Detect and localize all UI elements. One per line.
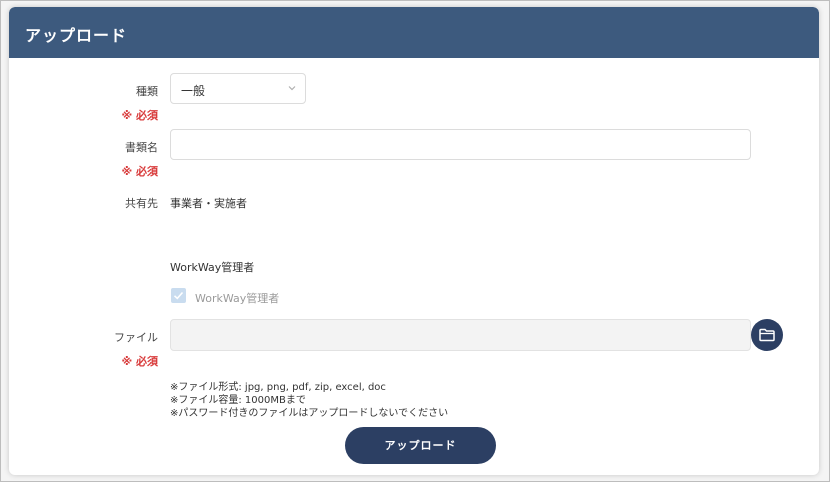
admin-heading: WorkWay管理者: [170, 261, 255, 274]
folder-icon: [759, 328, 775, 342]
browse-file-button[interactable]: [751, 319, 783, 351]
share-target-label: 共有先: [125, 197, 158, 210]
upload-panel: アップロード 種類 ※ 必須 一般 書類名 ※ 必須 共有先 事業者・実施者 W…: [9, 7, 819, 475]
page-title: アップロード: [25, 26, 128, 45]
file-path-field[interactable]: [170, 319, 751, 351]
screen-frame: アップロード 種類 ※ 必須 一般 書類名 ※ 必須 共有先 事業者・実施者 W…: [0, 0, 830, 482]
document-name-input[interactable]: [170, 129, 751, 160]
password-file-note: ※パスワード付きのファイルはアップロードしないでください: [170, 408, 449, 419]
check-icon: [173, 291, 184, 300]
admin-checkbox[interactable]: [171, 288, 186, 303]
document-name-label: 書類名: [125, 141, 158, 154]
panel-header: アップロード: [9, 7, 819, 58]
category-required-note: ※ 必須: [121, 109, 158, 122]
category-label: 種類: [136, 85, 158, 98]
chevron-down-icon: [288, 86, 296, 91]
admin-checkbox-label: WorkWay管理者: [195, 292, 280, 305]
file-required-note: ※ 必須: [121, 355, 158, 368]
file-label: ファイル: [114, 331, 158, 344]
category-select-value: 一般: [181, 84, 206, 98]
upload-button[interactable]: アップロード: [345, 427, 496, 464]
document-name-required-note: ※ 必須: [121, 165, 158, 178]
share-target-value: 事業者・実施者: [170, 197, 247, 210]
category-select[interactable]: 一般: [170, 73, 306, 104]
